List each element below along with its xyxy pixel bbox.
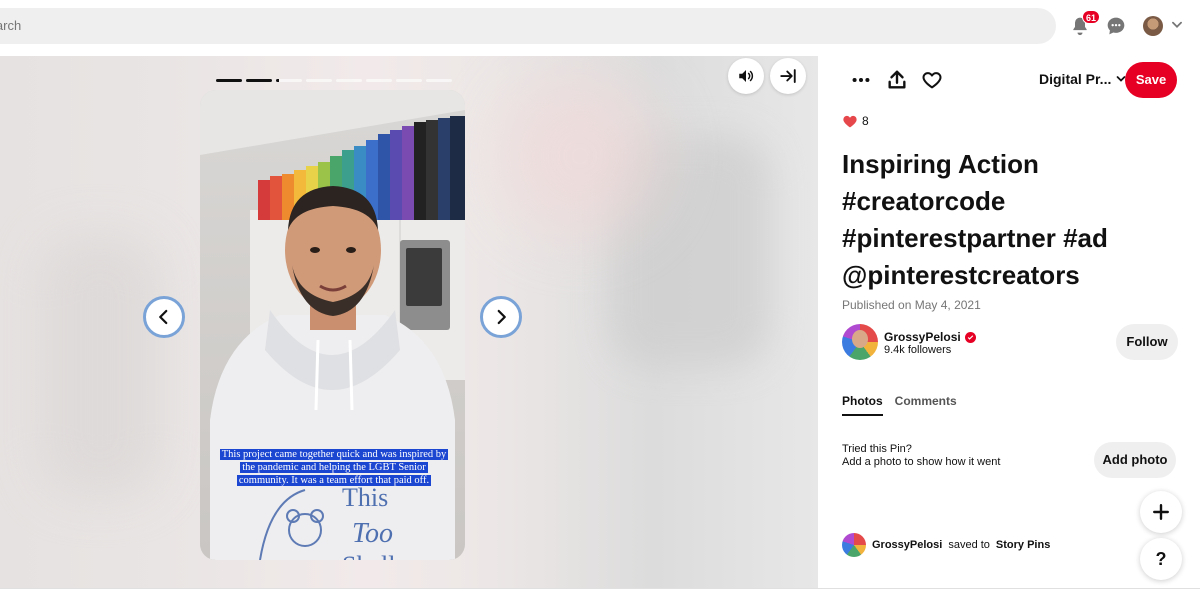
pin-details-panel: Digital Pr... Save 8 Inspiring Action #c… [818, 56, 1200, 588]
share-icon[interactable] [886, 69, 908, 91]
previous-page-button[interactable] [143, 296, 185, 338]
progress-segment [426, 79, 452, 82]
board-dropdown[interactable]: Digital Pr... [1039, 71, 1127, 87]
plus-icon [1153, 504, 1169, 520]
tried-pin-title: Tried this Pin? [842, 443, 912, 455]
heart-reaction-icon [843, 115, 857, 128]
save-button[interactable]: Save [1125, 62, 1177, 98]
volume-icon [739, 70, 754, 82]
progress-segment [246, 79, 272, 82]
avatar[interactable] [1143, 16, 1163, 36]
search-input[interactable]: Search [0, 18, 21, 33]
board-name: Digital Pr... [1039, 71, 1112, 87]
chevron-left-icon [159, 309, 168, 325]
progress-segment [216, 79, 242, 82]
person-photo: This Too Shall [200, 90, 465, 560]
progress-segment [306, 79, 332, 82]
add-photo-button[interactable]: Add photo [1094, 442, 1176, 478]
chevron-right-icon [497, 309, 506, 325]
progress-segment [336, 79, 362, 82]
activity-verb: saved to [948, 539, 990, 551]
reaction-count-value: 8 [862, 114, 869, 128]
chat-icon[interactable] [1106, 16, 1126, 36]
story-progress [216, 79, 452, 82]
story-image: This Too Shall This project came togethe… [200, 90, 465, 560]
pin-title: Inspiring Action #creatorcode #pinterest… [842, 149, 1108, 290]
creator-avatar[interactable] [842, 324, 878, 360]
tab-comments[interactable]: Comments [895, 394, 957, 416]
search-bar[interactable]: Search [0, 8, 1056, 44]
story-viewer: This Too Shall This project came togethe… [0, 56, 818, 588]
verified-icon [964, 331, 976, 343]
shirt-text: This [342, 483, 388, 512]
reaction-count[interactable]: 8 [842, 114, 869, 128]
tried-pin-subtitle: Add a photo to show how it went [842, 456, 1001, 468]
blurred-background [40, 236, 160, 496]
activity-item: GrossyPelosi saved to Story Pins [842, 533, 1050, 557]
blurred-background [500, 76, 660, 236]
shirt-text: Too [352, 518, 393, 549]
creator-name[interactable]: GrossyPelosi [884, 330, 976, 344]
top-bar: Search 61 [0, 0, 1200, 56]
published-date: Published on May 4, 2021 [842, 298, 981, 312]
create-button[interactable] [1140, 491, 1182, 533]
creator-name-text: GrossyPelosi [884, 330, 961, 344]
progress-segment [366, 79, 392, 82]
activity-avatar[interactable] [842, 533, 866, 557]
follower-count: 9.4k followers [884, 344, 952, 356]
help-button[interactable]: ? [1140, 538, 1182, 580]
question-icon: ? [1155, 548, 1167, 569]
shirt-text: Shall [342, 551, 395, 560]
notification-badge: 61 [1082, 10, 1101, 24]
more-options-icon[interactable] [850, 69, 872, 91]
tab-photos[interactable]: Photos [842, 394, 883, 416]
heart-icon[interactable] [921, 69, 943, 91]
volume-button[interactable] [728, 58, 764, 94]
collapse-button[interactable] [770, 58, 806, 94]
story-caption: This project came together quick and was… [219, 449, 449, 486]
activity-user[interactable]: GrossyPelosi [872, 539, 942, 551]
arrow-right-bar-icon [780, 69, 796, 83]
progress-segment [276, 79, 302, 82]
activity-board[interactable]: Story Pins [996, 539, 1050, 551]
chevron-down-icon[interactable] [1170, 18, 1184, 32]
progress-segment [396, 79, 422, 82]
next-page-button[interactable] [480, 296, 522, 338]
page-bottom-edge [0, 588, 1200, 600]
detail-tabs: Photos Comments [842, 394, 957, 416]
follow-button[interactable]: Follow [1116, 324, 1178, 360]
